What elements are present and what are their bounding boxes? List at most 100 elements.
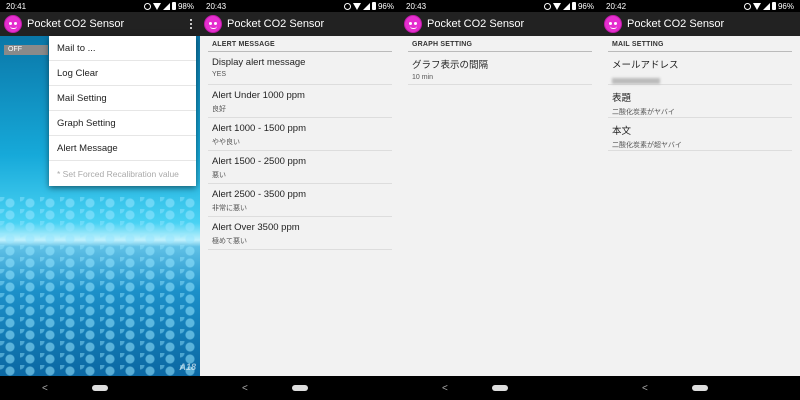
- battery-percent: 96%: [377, 1, 394, 11]
- battery-icon: [171, 2, 176, 10]
- pref-mail-subject[interactable]: 表題 二酸化炭素がヤバイ: [608, 85, 792, 118]
- pref-summary: 悪い: [212, 172, 226, 179]
- graph-setting-screen: 20:43 96% Pocket CO2 Sensor GRAPH SETTIN…: [400, 0, 600, 400]
- dnd-icon: [743, 2, 751, 10]
- menu-item-alert-message[interactable]: Alert Message: [49, 136, 196, 161]
- nav-bar: <: [400, 376, 600, 400]
- home-icon[interactable]: [692, 385, 708, 391]
- battery-icon: [571, 2, 576, 10]
- alert-settings-list: ALERT MESSAGE Display alert message YES …: [200, 36, 400, 376]
- pref-mail-address[interactable]: メールアドレス: [608, 52, 792, 85]
- battery-icon: [371, 2, 376, 10]
- section-header: MAIL SETTING: [608, 36, 792, 52]
- app-bar: Pocket CO2 Sensor: [400, 12, 600, 36]
- overflow-menu-icon[interactable]: [186, 14, 196, 34]
- app-title: Pocket CO2 Sensor: [427, 18, 525, 30]
- menu-item-forced-recalibration: * Set Forced Recalibration value: [57, 168, 179, 179]
- overflow-menu: Mail to ... Log Clear Mail Setting Graph…: [49, 36, 196, 186]
- dnd-icon: [143, 2, 151, 10]
- dnd-icon: [543, 2, 551, 10]
- app-title: Pocket CO2 Sensor: [27, 18, 125, 30]
- app-bar: Pocket CO2 Sensor: [0, 12, 200, 36]
- signal-icon: [362, 2, 370, 10]
- signal-icon: [162, 2, 170, 10]
- pref-graph-interval[interactable]: グラフ表示の間隔 10 min: [408, 52, 592, 85]
- wifi-icon: [152, 2, 161, 10]
- battery-icon: [771, 2, 776, 10]
- graph-settings-list: GRAPH SETTING グラフ表示の間隔 10 min: [400, 36, 600, 376]
- pref-summary: 極めて悪い: [212, 238, 247, 245]
- status-time: 20:43: [406, 1, 427, 11]
- status-bar: 20:42 96%: [600, 0, 800, 12]
- home-icon[interactable]: [292, 385, 308, 391]
- pref-summary: 二酸化炭素が超ヤバイ: [612, 142, 682, 149]
- status-bar: 20:41 98%: [0, 0, 200, 12]
- pref-alert-1000-1500[interactable]: Alert 1000 - 1500 ppm やや良い: [208, 118, 392, 151]
- pref-display-alert[interactable]: Display alert message YES: [208, 52, 392, 85]
- battery-percent: 96%: [777, 1, 794, 11]
- signal-icon: [762, 2, 770, 10]
- mail-setting-screen: 20:42 96% Pocket CO2 Sensor MAIL SETTING…: [600, 0, 800, 400]
- app-title: Pocket CO2 Sensor: [227, 18, 325, 30]
- pref-summary: 二酸化炭素がヤバイ: [612, 109, 675, 116]
- app-logo-icon: [604, 15, 622, 33]
- pref-title: Display alert message: [212, 57, 306, 68]
- pref-summary: 10 min: [412, 74, 434, 81]
- dnd-icon: [343, 2, 351, 10]
- app-title: Pocket CO2 Sensor: [627, 18, 725, 30]
- main-screen: 20:41 98% Pocket CO2 Sensor OFF A18 Mail…: [0, 0, 200, 400]
- pref-alert-2500-3500[interactable]: Alert 2500 - 3500 ppm 非常に悪い: [208, 184, 392, 217]
- pref-summary: 非常に悪い: [212, 205, 247, 212]
- app-logo-icon: [404, 15, 422, 33]
- status-bar: 20:43 96%: [400, 0, 600, 12]
- pref-title: Alert Over 3500 ppm: [212, 222, 300, 233]
- status-time: 20:42: [606, 1, 627, 11]
- pref-title: Alert 1000 - 1500 ppm: [212, 123, 307, 134]
- menu-item-mail-setting[interactable]: Mail Setting: [49, 86, 196, 111]
- app-logo-icon: [204, 15, 222, 33]
- pref-alert-under-1000[interactable]: Alert Under 1000 ppm 良好: [208, 85, 392, 118]
- back-icon[interactable]: <: [642, 383, 648, 394]
- pref-title: 本文: [612, 126, 632, 137]
- watermark-text: A18: [179, 362, 196, 372]
- app-logo-icon: [4, 15, 22, 33]
- blurred-email-value: [612, 78, 660, 84]
- section-header: GRAPH SETTING: [408, 36, 592, 52]
- battery-percent: 98%: [177, 1, 194, 11]
- back-icon[interactable]: <: [442, 383, 448, 394]
- home-icon[interactable]: [92, 385, 108, 391]
- status-bar: 20:43 96%: [200, 0, 400, 12]
- menu-item-mail-to[interactable]: Mail to ...: [49, 36, 196, 61]
- app-bar: Pocket CO2 Sensor: [200, 12, 400, 36]
- mail-settings-list: MAIL SETTING メールアドレス 表題 二酸化炭素がヤバイ 本文 二酸化…: [600, 36, 800, 376]
- nav-bar: <: [600, 376, 800, 400]
- nav-bar: <: [200, 376, 400, 400]
- pref-title: Alert Under 1000 ppm: [212, 90, 305, 101]
- pref-summary: 良好: [212, 106, 226, 113]
- nav-bar: <: [0, 376, 200, 400]
- pref-title: 表題: [612, 93, 632, 104]
- menu-item-graph-setting[interactable]: Graph Setting: [49, 111, 196, 136]
- signal-icon: [562, 2, 570, 10]
- wifi-icon: [352, 2, 361, 10]
- app-bar: Pocket CO2 Sensor: [600, 12, 800, 36]
- pref-title: Alert 1500 - 2500 ppm: [212, 156, 307, 167]
- pref-summary: やや良い: [212, 139, 240, 146]
- back-icon[interactable]: <: [42, 383, 48, 394]
- pref-summary: YES: [212, 71, 227, 78]
- pref-title: グラフ表示の間隔: [412, 60, 489, 71]
- sensor-toggle[interactable]: OFF: [4, 45, 48, 55]
- battery-percent: 96%: [577, 1, 594, 11]
- status-time: 20:41: [6, 1, 27, 11]
- pref-title: メールアドレス: [612, 60, 679, 71]
- menu-item-log-clear[interactable]: Log Clear: [49, 61, 196, 86]
- pref-title: Alert 2500 - 3500 ppm: [212, 189, 307, 200]
- section-header: ALERT MESSAGE: [208, 36, 392, 52]
- pref-alert-over-3500[interactable]: Alert Over 3500 ppm 極めて悪い: [208, 217, 392, 250]
- back-icon[interactable]: <: [242, 383, 248, 394]
- home-icon[interactable]: [492, 385, 508, 391]
- pref-mail-body[interactable]: 本文 二酸化炭素が超ヤバイ: [608, 118, 792, 151]
- alert-message-screen: 20:43 96% Pocket CO2 Sensor ALERT MESSAG…: [200, 0, 400, 400]
- pref-alert-1500-2500[interactable]: Alert 1500 - 2500 ppm 悪い: [208, 151, 392, 184]
- wifi-icon: [752, 2, 761, 10]
